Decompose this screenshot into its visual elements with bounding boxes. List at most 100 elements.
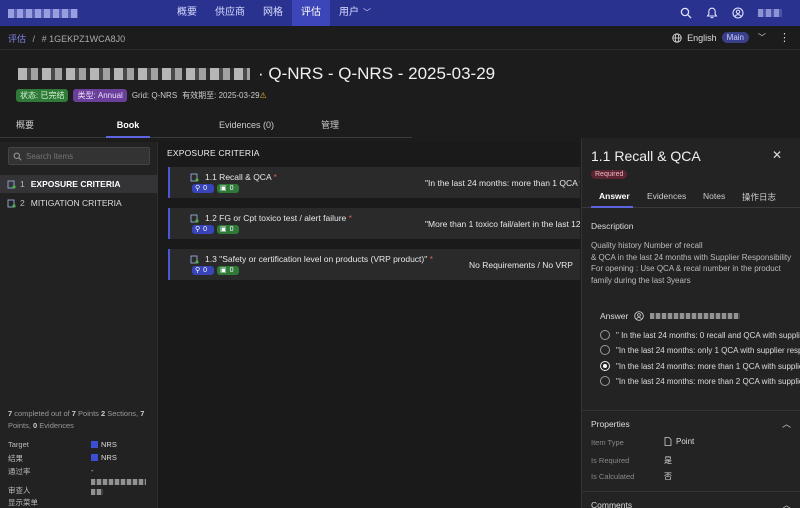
tab-evidences[interactable]: Evidences (0) [219,114,274,138]
tab-book[interactable]: Book [106,114,150,138]
chevron-down-icon: ﹀ [363,8,371,17]
question-answer: "More than 1 toxico fail/alert in the la… [425,219,580,229]
sidebar-item-exposure[interactable]: 1 EXPOSURE CRITERIA [0,175,158,193]
search-box[interactable] [8,147,150,165]
tab-overview[interactable]: 概要 [16,114,34,138]
answer-option[interactable]: "In the last 24 months: more than 2 QCA … [600,375,800,387]
answer-option[interactable]: "In the last 24 months: more than 1 QCA … [600,360,800,372]
nav-item-grid[interactable]: 网格 [254,0,292,26]
more-vertical-icon[interactable]: ⋮ [779,31,790,44]
summary-text: Points [75,409,101,418]
question-icon [190,173,199,182]
section-title: EXPOSURE CRITERIA [167,148,260,158]
detail-key: 审查人 [8,486,31,495]
tab-activity-log[interactable]: 操作日志 [742,191,776,203]
panel-title: 1.1 Recall & QCA [591,148,701,164]
comments-section-header[interactable]: Comments ︿ [582,491,800,508]
comment-icon: ▣ [220,226,227,233]
property-key: Is Calculated [591,472,635,481]
answer-option[interactable]: "In the last 24 months: only 1 QCA with … [600,344,800,356]
breadcrumb-separator: / [32,34,36,44]
expiry-label: 有效期至: 2025-03-29 [182,91,260,100]
question-card[interactable]: 1.1 Recall & QCA * ⚲ 0 ▣ 0 "In the last 24… [168,167,580,198]
property-value: 否 [664,472,672,481]
chevron-up-icon[interactable]: ︿ [782,498,791,508]
logo[interactable] [8,9,78,18]
section-icon [7,199,16,208]
question-pills: ⚲ 0 ▣ 0 [192,225,239,234]
search-input[interactable] [26,151,144,161]
chevron-down-icon[interactable]: ﹀ [758,32,766,43]
radio-button[interactable] [600,345,610,355]
property-value: Point [664,437,694,446]
question-detail-panel: 1.1 Recall & QCA ✕ Required Answer Evide… [581,138,800,508]
search-icon[interactable] [680,7,692,19]
properties-heading: Properties [591,419,630,429]
attachments-count: 0 [203,226,208,233]
user-icon[interactable] [732,7,744,19]
tab-notes[interactable]: Notes [703,191,725,201]
option-label: "In the last 24 months: more than 2 QCA … [616,376,800,386]
question-answer: "In the last 24 months: more than 1 QCA … [425,178,580,188]
tab-evidences[interactable]: Evidences [647,191,686,201]
nav-item-suppliers[interactable]: 供应商 [206,0,254,26]
answer-option[interactable]: " In the last 24 months: 0 recall and QC… [600,329,800,341]
nav-item-users[interactable]: 用户 ﹀ [330,0,380,26]
comments-heading: Comments [591,500,633,508]
comment-icon: ▣ [220,267,227,274]
nav-item-assessment[interactable]: 评估 [292,0,330,26]
question-card[interactable]: 1.3 "Safety or certification level on pr… [168,249,580,280]
detail-value-text: NRS [101,453,117,462]
comments-pill[interactable]: ▣ 0 [217,225,239,234]
tab-admin[interactable]: 管理 [321,114,339,138]
nav-item-users-label: 用户 [339,7,359,18]
nav-icons [680,0,782,26]
user-icon [634,311,645,321]
option-label: "In the last 24 months: only 1 QCA with … [616,345,800,355]
section-label: MITIGATION CRITERIA [30,198,122,208]
radio-button[interactable] [600,361,610,371]
property-value: 是 [664,456,672,465]
tab-answer[interactable]: Answer [599,191,630,201]
description-line: & QCA in the last 24 months with Supplie… [591,252,792,262]
redacted-value [91,489,103,495]
chevron-up-icon[interactable]: ︿ [782,417,791,430]
breadcrumb-bar: 评估 / # 1GEKPZ1WCA8J0 English Main ﹀ ⋮ [0,26,800,50]
show-menu-link[interactable]: 显示菜单 [8,497,38,508]
attachments-pill[interactable]: ⚲ 0 [192,225,214,234]
page-header: · Q-NRS - Q-NRS - 2025-03-29 状态: 已完结 类型:… [0,50,800,114]
comments-pill[interactable]: ▣ 0 [217,184,239,193]
breadcrumb-root[interactable]: 评估 [8,34,26,44]
description-line: For opening : Use QCA & recal number in … [591,264,781,273]
nav-item-overview[interactable]: 概要 [168,0,206,26]
search-icon [13,152,22,161]
detail-value: NRS [91,453,117,462]
language-selector[interactable]: English Main ﹀ ⋮ [672,31,790,44]
radio-button[interactable] [600,330,610,340]
type-badge: 类型: Annual [73,89,127,102]
comment-icon: ▣ [220,185,227,192]
sidebar-item-mitigation[interactable]: 2 MITIGATION CRITERIA [0,194,158,212]
main-tabs: 概要 Book Evidences (0) 管理 [0,114,412,138]
detail-key: 结果 [8,454,23,463]
active-tab-indicator [591,206,633,208]
panel-tabs: Answer Evidences Notes 操作日志 [582,186,800,208]
document-icon [664,437,672,446]
question-title: 1.3 "Safety or certification level on pr… [205,254,428,264]
bell-icon[interactable] [706,7,718,19]
question-card[interactable]: 1.2 FG or Cpt toxico test / alert failur… [168,208,580,239]
required-marker: * [273,172,277,182]
question-pills: ⚲ 0 ▣ 0 [192,184,239,193]
attachments-pill[interactable]: ⚲ 0 [192,266,214,275]
user-name[interactable] [758,9,782,17]
comments-pill[interactable]: ▣ 0 [217,266,239,275]
supplier-name [18,68,250,80]
summary-text: Points, [8,421,34,430]
properties-section-header[interactable]: Properties ︿ [582,410,800,434]
attachments-pill[interactable]: ⚲ 0 [192,184,214,193]
section-icon [7,180,16,189]
radio-button[interactable] [600,376,610,386]
question-label: 1.3 "Safety or certification level on pr… [205,254,433,264]
branch-badge: Main [721,32,749,43]
close-icon[interactable]: ✕ [772,148,782,162]
